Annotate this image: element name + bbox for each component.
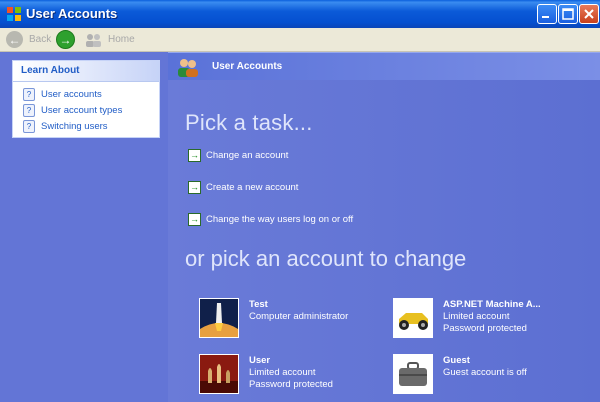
help-topic-icon: ? xyxy=(23,103,35,117)
learn-link-switching-users[interactable]: ? Switching users xyxy=(13,118,159,134)
user-accounts-icon xyxy=(178,59,198,77)
account-info: Guest Guest account is off xyxy=(443,354,527,394)
task-label: Change an account xyxy=(206,150,289,161)
user-accounts-window: User Accounts ← Back → Home Learn About … xyxy=(0,0,600,402)
toolbar: ← Back → Home xyxy=(0,28,600,52)
account-type: Guest account is off xyxy=(443,367,527,378)
learn-link-label: User account types xyxy=(41,104,123,116)
learn-link-label: User accounts xyxy=(41,88,102,100)
learn-link-user-accounts[interactable]: ? User accounts xyxy=(13,86,159,102)
close-button[interactable] xyxy=(579,4,599,24)
help-topic-icon: ? xyxy=(23,119,35,133)
help-topic-icon: ? xyxy=(23,87,35,101)
task-label: Create a new account xyxy=(206,182,299,193)
task-change-logon[interactable]: → Change the way users log on or off xyxy=(188,213,353,226)
learn-about-box: Learn About ? User accounts ? User accou… xyxy=(12,60,160,138)
account-name: Guest xyxy=(443,355,470,366)
back-arrow-icon: ← xyxy=(6,31,23,48)
content-header-title: User Accounts xyxy=(212,61,283,72)
account-type: Computer administrator xyxy=(249,311,349,322)
close-icon xyxy=(584,9,594,19)
learn-link-label: Switching users xyxy=(41,120,108,132)
back-button[interactable]: ← Back xyxy=(6,30,51,49)
account-name: User xyxy=(249,355,271,366)
task-create-account[interactable]: → Create a new account xyxy=(188,181,298,194)
title-bar[interactable]: User Accounts xyxy=(0,0,600,28)
account-name: Test xyxy=(249,299,268,310)
users-icon xyxy=(86,33,101,47)
account-info: Test Computer administrator xyxy=(249,298,348,338)
space-shuttle-picture xyxy=(199,298,239,338)
forward-button[interactable]: → xyxy=(56,30,75,49)
account-type: Limited account xyxy=(443,311,510,322)
green-arrow-icon: → xyxy=(188,149,201,162)
pick-account-heading: or pick an account to change xyxy=(185,246,467,271)
race-car-picture xyxy=(393,298,433,338)
green-arrow-icon: → xyxy=(188,213,201,226)
learn-link-user-account-types[interactable]: ? User account types xyxy=(13,102,159,118)
chess-pieces-picture xyxy=(199,354,239,394)
maximize-icon xyxy=(562,8,574,20)
account-name: ASP.NET Machine A... xyxy=(443,299,541,310)
account-test[interactable]: Test Computer administrator xyxy=(199,298,348,338)
learn-about-title: Learn About xyxy=(13,61,159,82)
account-guest[interactable]: Guest Guest account is off xyxy=(393,354,527,394)
account-aspnet[interactable]: ASP.NET Machine A... Limited account Pas… xyxy=(393,298,541,338)
left-pane: Learn About ? User accounts ? User accou… xyxy=(0,52,168,402)
account-type: Limited account xyxy=(249,367,316,378)
home-button[interactable]: Home xyxy=(84,30,135,49)
home-label: Home xyxy=(108,34,135,45)
briefcase-picture xyxy=(393,354,433,394)
account-info: ASP.NET Machine A... Limited account Pas… xyxy=(443,298,541,338)
account-password-status: Password protected xyxy=(443,323,527,334)
windows-logo-icon xyxy=(7,7,21,21)
content-header: User Accounts xyxy=(168,52,600,81)
account-info: User Limited account Password protected xyxy=(249,354,333,394)
maximize-button[interactable] xyxy=(558,4,578,24)
minimize-icon xyxy=(542,16,549,18)
pick-task-heading: Pick a task... xyxy=(185,110,313,135)
minimize-button[interactable] xyxy=(537,4,557,24)
back-label: Back xyxy=(29,34,52,45)
account-user[interactable]: User Limited account Password protected xyxy=(199,354,333,394)
forward-arrow-icon: → xyxy=(56,30,75,49)
task-label: Change the way users log on or off xyxy=(206,214,354,225)
account-password-status: Password protected xyxy=(249,379,333,390)
window-title: User Accounts xyxy=(26,6,118,21)
green-arrow-icon: → xyxy=(188,181,201,194)
task-change-account[interactable]: → Change an account xyxy=(188,149,288,162)
